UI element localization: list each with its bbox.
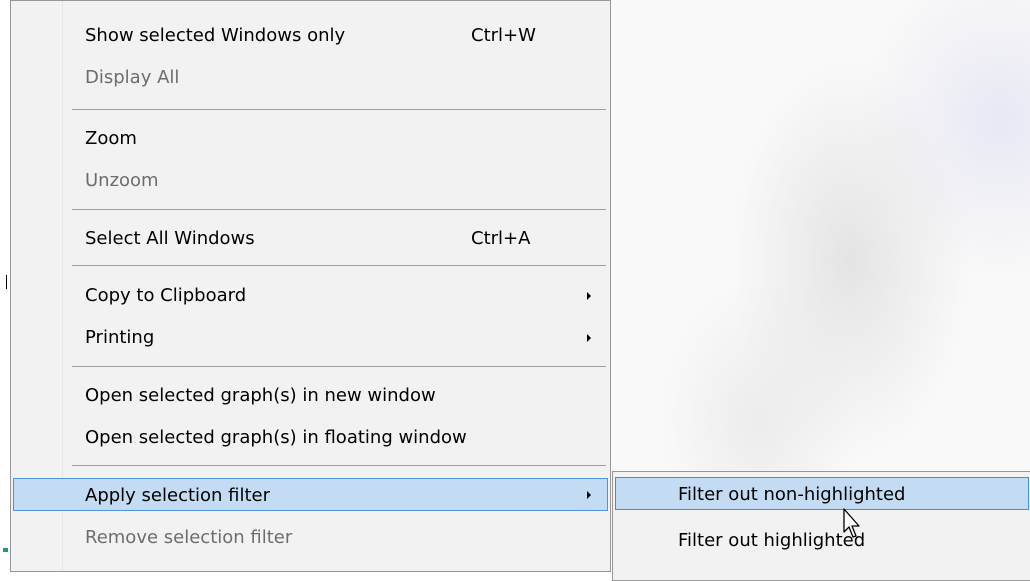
menu-item-label: Show selected Windows only bbox=[85, 25, 346, 46]
menu-item-label: Open selected graph(s) in new window bbox=[85, 385, 436, 406]
menu-item-label: Apply selection filter bbox=[85, 485, 271, 506]
menu-item-remove-selection-filter[interactable]: Remove selection filter bbox=[13, 521, 608, 554]
background-edge-marker bbox=[3, 548, 8, 552]
menu-item-display-all[interactable]: Display All bbox=[13, 61, 608, 94]
arrow-pointer-icon bbox=[843, 508, 860, 538]
menu-item-label: Filter out highlighted bbox=[678, 530, 866, 551]
submenu-selection-filter: Filter out non-highlighted Filter out hi… bbox=[612, 471, 1030, 581]
menu-item-copy-to-clipboard[interactable]: Copy to Clipboard bbox=[13, 279, 608, 312]
menu-item-apply-selection-filter[interactable]: Apply selection filter bbox=[13, 478, 608, 511]
menu-item-unzoom[interactable]: Unzoom bbox=[13, 164, 608, 197]
submenu-item-filter-out-non-highlighted[interactable]: Filter out non-highlighted bbox=[615, 477, 1029, 510]
submenu-arrow-icon bbox=[587, 491, 591, 499]
menu-item-printing[interactable]: Printing bbox=[13, 321, 608, 354]
menu-separator bbox=[72, 465, 606, 466]
menu-item-open-in-floating-window[interactable]: Open selected graph(s) in floating windo… bbox=[13, 421, 608, 454]
menu-separator bbox=[72, 366, 606, 367]
submenu-arrow-icon bbox=[587, 334, 591, 342]
menu-item-label: Open selected graph(s) in floating windo… bbox=[85, 427, 467, 448]
menu-separator bbox=[72, 209, 606, 210]
submenu-arrow-icon bbox=[587, 292, 591, 300]
menu-item-label: Select All Windows bbox=[85, 228, 255, 249]
menu-item-label: Unzoom bbox=[85, 170, 159, 191]
menu-item-zoom[interactable]: Zoom bbox=[13, 122, 608, 155]
menu-separator bbox=[72, 109, 606, 110]
menu-separator bbox=[72, 265, 606, 266]
menu-item-shortcut: Ctrl+A bbox=[471, 228, 531, 249]
menu-item-label: Copy to Clipboard bbox=[85, 285, 247, 306]
context-menu: Show selected Windows only Ctrl+W Displa… bbox=[10, 0, 611, 572]
menu-item-label: Display All bbox=[85, 67, 180, 88]
background-edge-line bbox=[6, 275, 7, 289]
menu-item-label: Zoom bbox=[85, 128, 137, 149]
menu-item-open-in-new-window[interactable]: Open selected graph(s) in new window bbox=[13, 379, 608, 412]
menu-item-label: Filter out non-highlighted bbox=[678, 484, 906, 505]
menu-item-show-selected-windows-only[interactable]: Show selected Windows only Ctrl+W bbox=[13, 19, 608, 52]
menu-item-label: Printing bbox=[85, 327, 155, 348]
menu-item-shortcut: Ctrl+W bbox=[471, 25, 536, 46]
menu-item-label: Remove selection filter bbox=[85, 527, 293, 548]
submenu-item-filter-out-highlighted[interactable]: Filter out highlighted bbox=[615, 524, 1029, 557]
menu-item-select-all-windows[interactable]: Select All Windows Ctrl+A bbox=[13, 222, 608, 255]
